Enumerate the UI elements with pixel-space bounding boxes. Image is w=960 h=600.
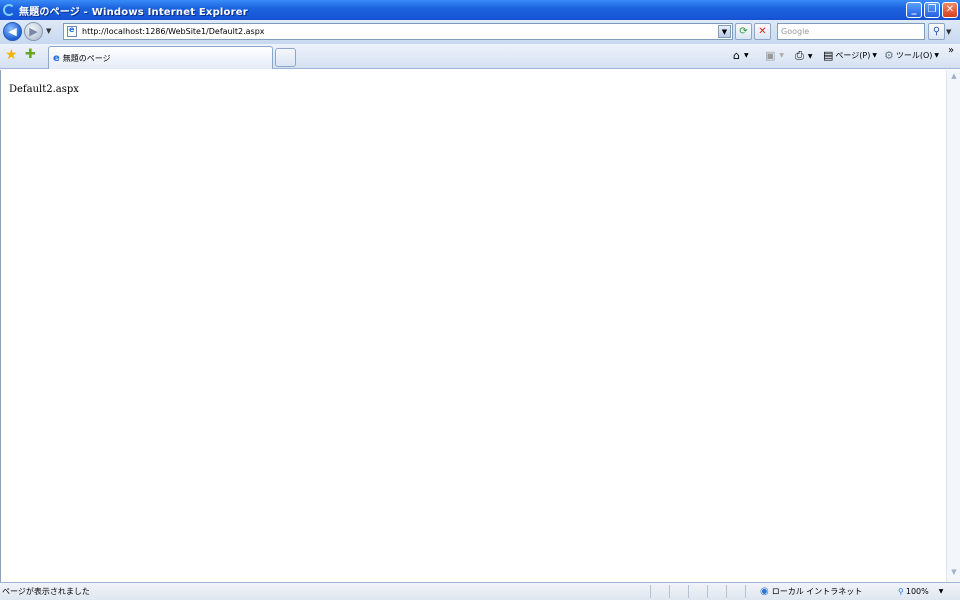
address-toolbar: ◀ ▶ ▼ http://localhost:1286/WebSite1/Def… [0,20,960,44]
tools-menu-label: ツール(O) [895,51,933,60]
status-separators [650,585,746,598]
printer-icon: ⎙ [795,49,804,62]
history-dropdown-icon[interactable]: ▼ [46,27,51,35]
chevron-down-icon: ▼ [934,52,940,59]
page-body-text: Default2.aspx [9,84,79,95]
page-menu[interactable]: ▤ ページ(P) ▼ [823,49,877,62]
address-field[interactable]: http://localhost:1286/WebSite1/Default2.… [63,23,733,40]
vertical-scrollbar[interactable]: ▲ ▼ [946,70,960,582]
window-controls: _ ❐ ✕ [906,2,958,18]
url-text[interactable]: http://localhost:1286/WebSite1/Default2.… [82,27,265,36]
chevron-down-icon: ▼ [872,52,877,59]
chevron-down-icon: ▼ [779,52,785,59]
home-button[interactable]: ⌂ ▼ [733,49,749,62]
page-menu-label: ページ(P) [835,51,871,60]
refresh-button[interactable]: ⟳ [735,23,752,40]
page-icon [67,25,77,37]
chevron-down-icon: ▼ [743,52,749,59]
status-bar: ページが表示されました ◉ ローカル イントラネット ⚲ 100% ▼ [0,582,960,600]
security-zone[interactable]: ◉ ローカル イントラネット [760,584,862,600]
overflow-chevron-icon[interactable]: » [948,45,954,56]
zoom-label: 100% [905,587,929,596]
gear-icon: ⚙ [884,49,894,62]
window-title: 無題のページ - Windows Internet Explorer [19,6,248,18]
feeds-button[interactable]: ▣ ▼ [765,49,784,62]
page-icon: ▤ [823,49,834,62]
chevron-down-icon: ▼ [807,52,813,60]
zoom-control[interactable]: ⚲ 100% ▼ [898,584,943,600]
tab-label: 無題のページ [62,53,111,63]
scroll-down-icon[interactable]: ▼ [948,568,960,580]
chevron-down-icon: ▼ [938,588,944,595]
magnifier-icon: ⚲ [898,587,904,596]
print-button[interactable]: ⎙ ▼ [795,49,812,63]
maximize-button[interactable]: ❐ [924,2,940,18]
ie-tab-icon: e [53,52,60,64]
globe-icon: ◉ [760,586,769,597]
new-tab-button[interactable] [275,48,296,67]
tab-current[interactable]: e 無題のページ [48,46,273,69]
status-text: ページが表示されました [2,587,90,596]
favorites-star-icon[interactable]: ★ [5,47,18,63]
address-dropdown-icon[interactable]: ▼ [718,25,731,38]
add-favorites-icon[interactable]: ✚ [25,47,36,62]
close-button[interactable]: ✕ [942,2,958,18]
title-bar: 無題のページ - Windows Internet Explorer _ ❐ ✕ [0,0,960,20]
scroll-up-icon[interactable]: ▲ [948,72,960,84]
zone-label: ローカル イントラネット [771,587,863,596]
minimize-button[interactable]: _ [906,2,922,18]
home-icon: ⌂ [733,49,740,62]
search-button[interactable]: ⚲ [928,23,945,40]
stop-button[interactable]: ✕ [754,23,771,40]
ie-logo-icon [3,4,15,16]
search-options-dropdown-icon[interactable]: ▼ [946,28,951,36]
rss-icon: ▣ [765,49,776,62]
forward-button[interactable]: ▶ [24,22,43,41]
search-input[interactable]: Google [777,23,925,40]
back-button[interactable]: ◀ [3,22,22,41]
page-content: Default2.aspx [0,70,946,582]
tools-menu[interactable]: ⚙ ツール(O) ▼ [884,49,939,62]
tab-command-bar: ★ ✚ e 無題のページ ⌂ ▼ ▣ ▼ ⎙ ▼ ▤ ページ(P) ▼ ⚙ ツール(O… [0,44,960,69]
